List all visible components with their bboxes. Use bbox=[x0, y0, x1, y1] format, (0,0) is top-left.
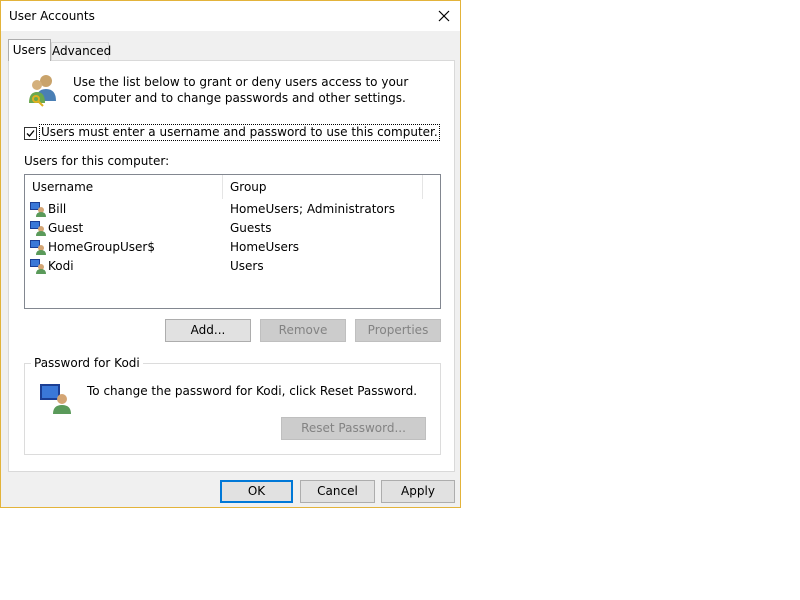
users-list[interactable]: Username Group Bill HomeUsers; Administr… bbox=[24, 174, 441, 309]
cell-username: Kodi bbox=[48, 259, 74, 273]
close-button[interactable] bbox=[428, 1, 460, 31]
apply-button[interactable]: Apply bbox=[381, 480, 455, 503]
properties-button[interactable]: Properties bbox=[355, 319, 441, 342]
list-header: Username Group bbox=[25, 175, 440, 199]
cell-username: HomeGroupUser$ bbox=[48, 240, 155, 254]
remove-user-button[interactable]: Remove bbox=[260, 319, 346, 342]
table-row[interactable]: HomeGroupUser$ HomeUsers bbox=[25, 238, 440, 257]
close-icon bbox=[438, 10, 450, 22]
checkmark-icon bbox=[26, 130, 35, 137]
cell-group: HomeUsers bbox=[230, 240, 300, 254]
cell-username: Guest bbox=[48, 221, 84, 235]
cell-group: Guests bbox=[230, 221, 272, 235]
column-header-group[interactable]: Group bbox=[223, 175, 423, 199]
require-login-checkbox[interactable] bbox=[24, 127, 37, 140]
window-title: User Accounts bbox=[9, 9, 95, 23]
users-keys-icon bbox=[29, 75, 56, 107]
user-icon bbox=[30, 202, 46, 217]
table-row[interactable]: Bill HomeUsers; Administrators bbox=[25, 200, 440, 219]
add-user-button[interactable]: Add... bbox=[165, 319, 251, 342]
table-row[interactable]: Kodi Users bbox=[25, 257, 440, 276]
reset-password-button[interactable]: Reset Password... bbox=[281, 417, 426, 440]
user-icon bbox=[30, 221, 46, 236]
password-instructions: To change the password for Kodi, click R… bbox=[87, 384, 418, 398]
users-list-label: Users for this computer: bbox=[24, 154, 170, 168]
require-login-label[interactable]: Users must enter a username and password… bbox=[39, 124, 440, 141]
cancel-button[interactable]: Cancel bbox=[300, 480, 375, 503]
user-icon bbox=[30, 259, 46, 274]
user-icon bbox=[30, 240, 46, 255]
panel-content: Use the list below to grant or deny user… bbox=[9, 61, 454, 471]
password-group-title: Password for Kodi bbox=[31, 355, 143, 371]
user-account-icon bbox=[40, 384, 71, 414]
tab-advanced[interactable]: Advanced bbox=[51, 42, 111, 60]
cell-username: Bill bbox=[48, 202, 67, 216]
tab-users[interactable]: Users bbox=[8, 39, 51, 61]
ok-button[interactable]: OK bbox=[220, 480, 293, 503]
password-groupbox: Password for Kodi To change the password… bbox=[24, 355, 441, 455]
user-accounts-dialog: User Accounts Users Advanced Use the lis… bbox=[0, 0, 461, 508]
cell-group: HomeUsers; Administrators bbox=[230, 202, 395, 216]
page: User Accounts Users Advanced Use the lis… bbox=[0, 0, 800, 600]
cell-group: Users bbox=[230, 259, 264, 273]
table-row[interactable]: Guest Guests bbox=[25, 219, 440, 238]
column-header-username[interactable]: Username bbox=[25, 175, 223, 199]
intro-text: Use the list below to grant or deny user… bbox=[73, 75, 409, 105]
title-bar: User Accounts bbox=[1, 1, 460, 31]
users-tab-panel: Use the list below to grant or deny user… bbox=[8, 60, 455, 472]
